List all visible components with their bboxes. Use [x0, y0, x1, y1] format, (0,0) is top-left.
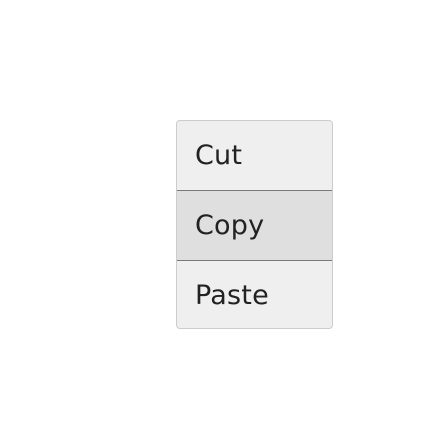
menu-item-cut[interactable]: Cut	[177, 121, 332, 190]
menu-item-paste[interactable]: Paste	[177, 261, 332, 328]
menu-item-label: Copy	[195, 210, 265, 241]
menu-item-label: Paste	[195, 280, 269, 311]
menu-item-copy[interactable]: Copy	[177, 191, 332, 260]
menu-item-label: Cut	[195, 140, 243, 171]
context-menu: Cut Copy Paste	[176, 120, 333, 329]
